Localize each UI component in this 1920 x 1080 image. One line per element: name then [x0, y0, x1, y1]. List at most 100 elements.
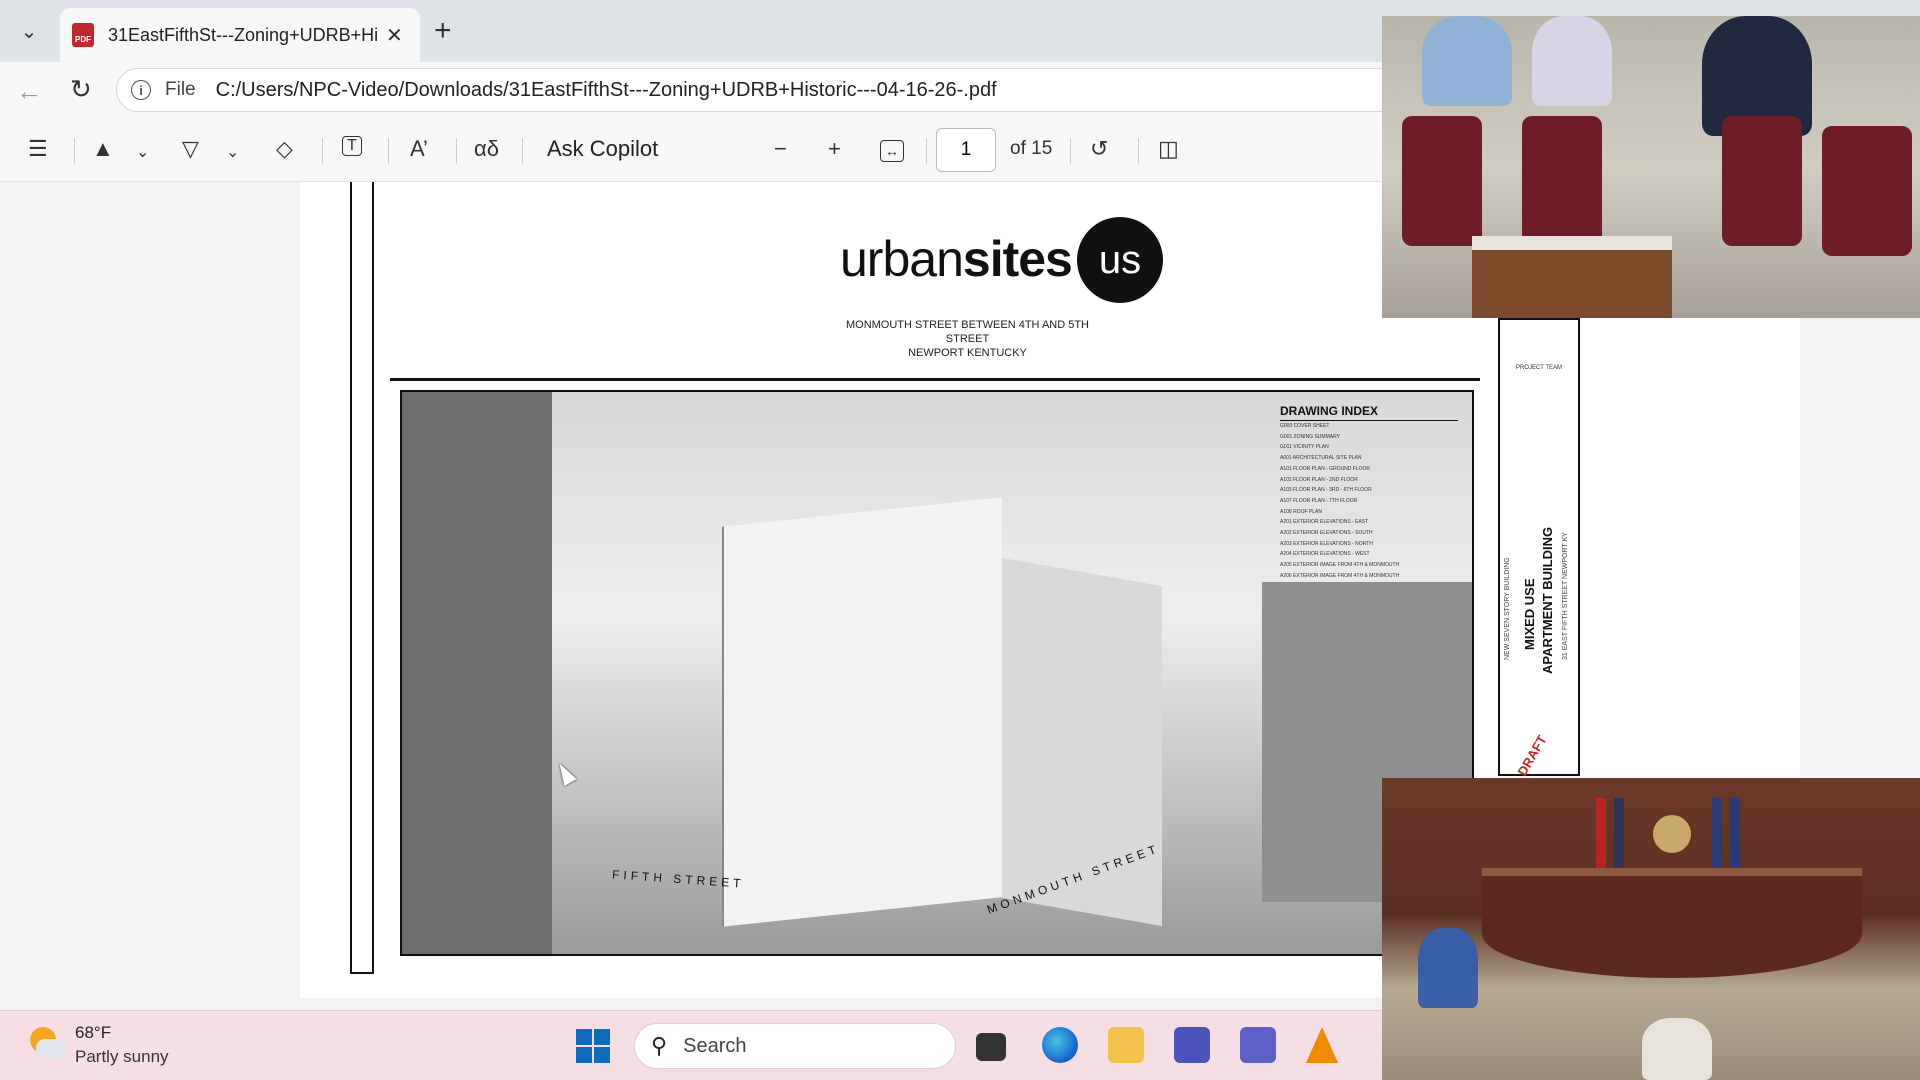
tab-active-pdf[interactable]: PDF 31EastFifthSt---Zoning+UDRB+Historic…: [60, 8, 420, 62]
drawing-index-list: G000 COVER SHEET G001 ZONING SUMMARY G011 …: [1280, 421, 1458, 582]
urbansites-logo: urbansites: [840, 230, 1073, 288]
drawing-index-item: G000 COVER SHEET: [1280, 423, 1330, 429]
zoom-in-icon[interactable]: +: [828, 136, 841, 162]
teams-icon[interactable]: [1240, 1027, 1276, 1063]
add-text-icon[interactable]: T: [342, 136, 362, 156]
drawing-index-item: A202 EXTERIOR ELEVATIONS - SOUTH: [1280, 530, 1373, 537]
drawing-index-item: A108 ROOF PLAN: [1280, 508, 1322, 515]
audience-chair: [1402, 116, 1482, 246]
drawing-index-item: A206 EXTERIOR IMAGE FROM 4TH & MONMOUTH: [1280, 572, 1400, 579]
page-number-input[interactable]: 1: [936, 128, 996, 172]
vlc-player-icon[interactable]: [1306, 1027, 1338, 1063]
title-block: PROJECT TEAM NEW SEVEN STORY BUILDING MI…: [1498, 318, 1580, 779]
edge-browser-icon[interactable]: [1042, 1027, 1078, 1063]
address-url[interactable]: C:/Users/NPC-Video/Downloads/31EastFifth…: [216, 79, 997, 102]
project-location-line1: MONMOUTH STREET BETWEEN 4TH AND 5TH STRE…: [845, 319, 1090, 345]
page-total: of 15: [1010, 138, 1053, 159]
drawing-index-item: G001 ZONING SUMMARY: [1280, 433, 1340, 440]
toolbar-divider: [322, 138, 323, 164]
page-view-icon[interactable]: ◫: [1158, 136, 1179, 162]
drawing-index-item: A204 EXTERIOR ELEVATIONS - WEST: [1280, 551, 1370, 558]
reload-button[interactable]: ↻: [70, 74, 92, 105]
toolbar-divider: [1070, 138, 1071, 164]
toolbar-divider: [74, 138, 75, 164]
windows-logo-pane: [594, 1047, 610, 1063]
close-tab-icon[interactable]: ✕: [386, 23, 403, 48]
highlight-icon[interactable]: ▲: [92, 136, 114, 162]
tab-title: 31EastFifthSt---Zoning+UDRB+Historic---0…: [108, 24, 378, 45]
council-dais: [1482, 868, 1862, 978]
logo-text-bold: sites: [962, 231, 1073, 287]
drawing-index-item: G011 VICINITY PLAN: [1280, 444, 1329, 451]
toolbar-divider: [456, 138, 457, 164]
search-label: Search: [683, 1034, 747, 1057]
taskbar-search[interactable]: ⚲ Search: [634, 1023, 956, 1069]
city-seal-icon: [1650, 812, 1694, 856]
council-person: [1642, 1018, 1712, 1080]
chevron-down-icon[interactable]: ⌄: [136, 142, 149, 162]
toolbar-divider: [388, 138, 389, 164]
translate-icon[interactable]: αδ: [474, 136, 499, 162]
project-location: MONMOUTH STREET BETWEEN 4TH AND 5TH STRE…: [830, 318, 1105, 360]
project-type: NEW SEVEN STORY BUILDING: [1504, 557, 1511, 660]
windows-logo-pane: [594, 1029, 610, 1045]
draft-stamp: DRAFT: [1514, 732, 1550, 779]
project-location-line2: NEWPORT KENTUCKY: [908, 347, 1027, 359]
project-team-label: PROJECT TEAM: [1515, 365, 1563, 371]
council-person: [1418, 928, 1478, 1008]
audience-chair: [1722, 116, 1802, 246]
new-tab-button[interactable]: +: [434, 14, 452, 48]
windows-logo-pane: [576, 1047, 592, 1063]
eraser-icon[interactable]: ◇: [276, 136, 293, 162]
drawing-index: DRAWING INDEX G000 COVER SHEET G001 ZONIN…: [1280, 404, 1458, 582]
cloud-shape: [36, 1039, 66, 1057]
windows-taskbar: 68°F Partly sunny ⚲ Search: [0, 1010, 1382, 1080]
drawing-index-item: A203 EXTERIOR ELEVATIONS - NORTH: [1280, 540, 1373, 547]
task-view-icon[interactable]: [976, 1033, 1006, 1061]
weather-condition[interactable]: Partly sunny: [75, 1047, 169, 1067]
pdf-side-pane: [6, 182, 300, 1002]
flag-icon: [1596, 798, 1606, 878]
project-name-line2: APARTMENT BUILDING: [1540, 526, 1555, 674]
project-name-line1: MIXED USE: [1522, 578, 1537, 650]
flag-icon: [1730, 798, 1740, 878]
drawing-index-item: A205 EXTERIOR IMAGE FROM 4TH & MONMOUTH: [1280, 562, 1400, 569]
drawing-index-item: A103 FLOOR PLAN - 3RD - 6TH FLOOR: [1280, 487, 1372, 494]
search-icon: ⚲: [651, 1033, 668, 1058]
partly-sunny-icon[interactable]: [30, 1027, 66, 1061]
video-feed-council-chamber: [1382, 778, 1920, 1080]
video-feed-audience: [1382, 16, 1920, 318]
contents-list-icon[interactable]: ☰: [28, 136, 48, 162]
draw-icon[interactable]: ▽: [182, 136, 199, 162]
teams-new-icon[interactable]: [1174, 1027, 1210, 1063]
weather-temperature[interactable]: 68°F: [75, 1023, 111, 1043]
pdf-file-icon: PDF: [72, 23, 94, 47]
address-scheme-label: File: [165, 79, 196, 100]
fit-to-width-icon[interactable]: ↔: [880, 140, 904, 162]
info-icon[interactable]: i: [131, 80, 151, 100]
drawing-index-item: A101 FLOOR PLAN - GROUND FLOOR: [1280, 465, 1371, 472]
logo-text-light: urban: [840, 231, 964, 287]
read-aloud-icon[interactable]: A’: [410, 136, 428, 162]
rotate-icon[interactable]: ↺: [1090, 136, 1108, 162]
podium: [1472, 236, 1672, 318]
file-explorer-icon[interactable]: [1108, 1027, 1144, 1063]
audience-person: [1422, 16, 1512, 106]
ask-copilot-button[interactable]: Ask Copilot: [547, 136, 658, 162]
audience-person: [1532, 16, 1612, 106]
tab-list-button[interactable]: ⌄: [8, 12, 50, 50]
windows-start-icon[interactable]: [576, 1029, 610, 1063]
sheet-left-margin-strip: [350, 182, 374, 974]
zoom-out-icon[interactable]: −: [774, 136, 787, 162]
drawing-index-item: A107 FLOOR PLAN - 7TH FLOOR: [1280, 497, 1358, 504]
chevron-down-icon: ⌄: [20, 20, 38, 43]
urbansites-logo-mark: us: [1077, 217, 1163, 303]
drawing-index-item: A102 FLOOR PLAN - 2ND FLOOR: [1280, 476, 1358, 483]
chevron-down-icon[interactable]: ⌄: [226, 142, 239, 162]
audience-chair: [1522, 116, 1602, 246]
flag-icon: [1712, 798, 1722, 878]
drawing-index-item: A001 ARCHITECTURAL SITE PLAN: [1280, 455, 1362, 462]
project-address: 31 EAST FIFTH STREET NEWPORT KY: [1562, 532, 1569, 660]
back-button[interactable]: ←: [16, 76, 42, 107]
toolbar-divider: [1138, 138, 1139, 164]
